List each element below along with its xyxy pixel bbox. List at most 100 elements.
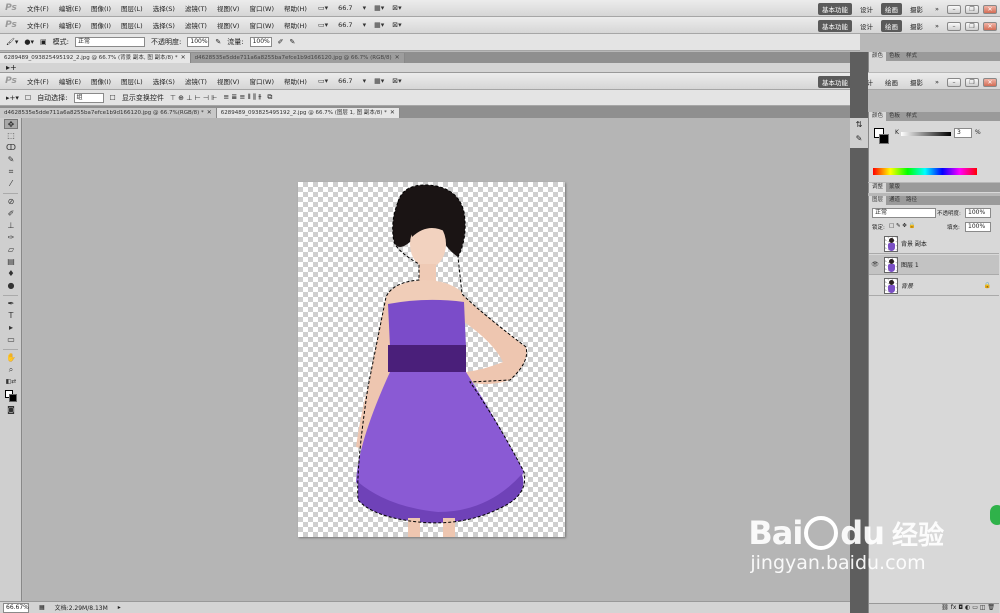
- doc-tab-2[interactable]: d4628535e5dde711a6a8255ba7efce1b9d166120…: [190, 53, 405, 63]
- close-icon[interactable]: ✕: [982, 21, 997, 31]
- workspace-basic[interactable]: 基本功能: [818, 3, 852, 15]
- swap-colors-icon[interactable]: ◧⇄: [4, 377, 18, 387]
- menu-image[interactable]: 图像(I): [86, 76, 116, 86]
- auto-select-dropdown[interactable]: 组: [73, 92, 104, 103]
- dodge-tool-icon[interactable]: ●: [4, 281, 18, 291]
- trash-icon[interactable]: 🗑: [987, 604, 995, 611]
- workspace-basic[interactable]: 基本功能: [818, 20, 852, 32]
- type-tool-icon[interactable]: T: [4, 311, 18, 321]
- close-icon[interactable]: ✕: [982, 4, 997, 14]
- flow-field[interactable]: 100%: [249, 37, 272, 47]
- chevron-down-icon[interactable]: ▾: [363, 21, 367, 29]
- tab-layers[interactable]: 图层: [869, 196, 887, 205]
- screen-mode-icon[interactable]: ▭▾: [318, 21, 328, 29]
- document-canvas[interactable]: [298, 182, 565, 537]
- workspace-photo[interactable]: 摄影: [906, 20, 927, 32]
- background-swatch[interactable]: [879, 134, 889, 144]
- pressure-size-icon[interactable]: ✎: [289, 38, 295, 46]
- menu-select[interactable]: 选择(S): [148, 20, 180, 30]
- tab-swatches[interactable]: 色板: [886, 52, 903, 61]
- restore-icon[interactable]: ❐: [964, 4, 979, 14]
- fx-icon[interactable]: fx: [951, 604, 957, 611]
- zoom-level[interactable]: 66.7: [336, 21, 354, 29]
- menu-window[interactable]: 窗口(W): [244, 76, 279, 86]
- close-icon[interactable]: ✕: [207, 109, 212, 116]
- workspace-design[interactable]: 设计: [856, 3, 877, 15]
- workspace-photo[interactable]: 摄影: [906, 3, 927, 15]
- menu-edit[interactable]: 编辑(E): [54, 3, 86, 13]
- chevron-down-icon[interactable]: ▾: [363, 77, 367, 85]
- zoom-level[interactable]: 66.7: [336, 4, 354, 12]
- new-group-icon[interactable]: ▭: [972, 604, 978, 611]
- crop-tool-icon[interactable]: ⌗: [4, 167, 18, 177]
- history-panel-icon[interactable]: ⇅ ✎: [850, 118, 868, 148]
- status-zoom[interactable]: 66.67%: [3, 602, 29, 613]
- grid-icon[interactable]: ▦▾: [374, 77, 384, 85]
- menu-help[interactable]: 帮助(H): [279, 20, 312, 30]
- arrange-icon[interactable]: ⊠▾: [392, 4, 401, 12]
- arrange-icon[interactable]: ⊠▾: [392, 21, 401, 29]
- restore-icon[interactable]: ❐: [964, 77, 979, 87]
- color-ramp[interactable]: [873, 168, 977, 175]
- grid-icon[interactable]: ▦▾: [374, 21, 384, 29]
- marquee-tool-icon[interactable]: ⬚: [4, 131, 18, 141]
- healing-tool-icon[interactable]: ⊘: [4, 197, 18, 207]
- doc-tab-main-1[interactable]: d4628535e5dde711a6a8255ba7efce1b9d166120…: [0, 108, 217, 118]
- menu-layer[interactable]: 图层(L): [116, 3, 148, 13]
- add-mask-icon[interactable]: ◘: [958, 604, 963, 611]
- menu-file[interactable]: 文件(F): [22, 3, 54, 13]
- workspace-design[interactable]: 设计: [856, 20, 877, 32]
- workspace-paint[interactable]: 绘画: [881, 3, 902, 15]
- mode-select[interactable]: 正常: [75, 37, 146, 47]
- path-select-tool-icon[interactable]: ▸: [4, 323, 18, 333]
- menu-image[interactable]: 图像(I): [86, 20, 116, 30]
- eyedropper-tool-icon[interactable]: ⁄: [4, 179, 18, 189]
- chevron-down-icon[interactable]: ▾: [363, 4, 367, 12]
- quick-mask-icon[interactable]: ◙: [4, 405, 18, 415]
- k-value-field[interactable]: 3: [954, 128, 972, 138]
- minimize-icon[interactable]: –: [946, 4, 961, 14]
- hand-tool-icon[interactable]: ✋: [4, 353, 18, 363]
- link-layers-icon[interactable]: ⛓: [941, 604, 949, 611]
- menu-view[interactable]: 视图(V): [212, 3, 245, 13]
- airbrush-icon[interactable]: ✐: [278, 38, 284, 46]
- color-swatches[interactable]: [4, 389, 18, 403]
- menu-edit[interactable]: 编辑(E): [54, 76, 86, 86]
- close-icon[interactable]: ✕: [390, 109, 395, 116]
- tab-styles[interactable]: 样式: [903, 112, 920, 121]
- doc-tab-main-2[interactable]: 6289489_093825495192_2.jpg @ 66.7% (图层 1…: [216, 108, 400, 118]
- menu-select[interactable]: 选择(S): [148, 76, 180, 86]
- menu-help[interactable]: 帮助(H): [279, 3, 312, 13]
- lock-icons[interactable]: □ ✎ ✥ 🔒: [889, 223, 916, 229]
- layer-row[interactable]: 👁 图层 1: [869, 255, 999, 275]
- workspace-more[interactable]: »: [931, 77, 943, 87]
- auto-align-icon[interactable]: ⧉: [267, 93, 272, 102]
- gradient-tool-icon[interactable]: ▤: [4, 257, 18, 267]
- opacity-field[interactable]: 100%: [187, 37, 210, 47]
- shape-tool-icon[interactable]: ▭: [4, 335, 18, 345]
- blend-mode-select[interactable]: 正常: [872, 208, 936, 218]
- menu-layer[interactable]: 图层(L): [116, 76, 148, 86]
- close-icon[interactable]: ✕: [395, 54, 400, 61]
- menu-select[interactable]: 选择(S): [148, 3, 180, 13]
- workspace-basic[interactable]: 基本功能: [818, 76, 852, 88]
- workspace-more[interactable]: »: [931, 21, 943, 31]
- minimize-icon[interactable]: –: [946, 21, 961, 31]
- fill-field[interactable]: 100%: [965, 222, 991, 232]
- screen-mode-icon[interactable]: ▭▾: [318, 77, 328, 85]
- lasso-tool-icon[interactable]: ↀ: [4, 143, 18, 153]
- tab-color[interactable]: 颜色: [869, 52, 887, 61]
- menu-layer[interactable]: 图层(L): [116, 20, 148, 30]
- brush-tool-icon[interactable]: ✐: [4, 209, 18, 219]
- auto-select-checkbox[interactable]: ☐: [25, 94, 31, 102]
- menu-window[interactable]: 窗口(W): [244, 20, 279, 30]
- menu-window[interactable]: 窗口(W): [244, 3, 279, 13]
- tab-color[interactable]: 颜色: [869, 112, 887, 121]
- show-transform-checkbox[interactable]: ☐: [110, 94, 116, 102]
- move-tool-icon[interactable]: ✥: [4, 119, 18, 129]
- workspace-photo[interactable]: 摄影: [906, 76, 927, 88]
- tab-adjustments[interactable]: 调整: [869, 183, 887, 192]
- tab-channels[interactable]: 通道: [886, 196, 903, 205]
- menu-help[interactable]: 帮助(H): [279, 76, 312, 86]
- grid-icon[interactable]: ▦▾: [374, 4, 384, 12]
